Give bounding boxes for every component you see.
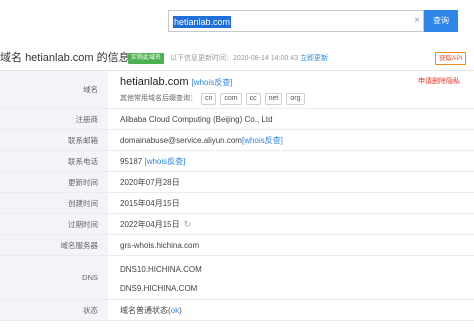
- get-api-button[interactable]: 获取API: [435, 52, 467, 65]
- phone-value: 95187 [whois反查]: [120, 151, 185, 171]
- row-label: 域名: [0, 71, 108, 108]
- dns-list: DNS10.HICHINA.COM DNS9.HICHINA.COM: [120, 260, 202, 298]
- status-value: 域名普通状态(ok): [120, 300, 182, 320]
- row-label: 联系电话: [0, 151, 108, 171]
- suffix-query: 其他常用域名后缀查询： cn com cc net org: [120, 93, 305, 105]
- phone-text: 95187: [120, 156, 143, 166]
- row-label: DNS: [0, 256, 108, 299]
- page-title: 域名 hetianlab.com 的信息: [0, 51, 130, 65]
- table-row-registrar: 注册商 Alibaba Cloud Computing (Beijing) Co…: [0, 109, 474, 130]
- update-info: 以下信息更新时间：2020-08-14 14:00:43 立即更新: [170, 54, 328, 64]
- table-row-created: 创建时间 2015年04月15日: [0, 193, 474, 214]
- update-time-text: 以下信息更新时间：2020-08-14 14:00:43: [170, 55, 298, 62]
- status-prefix: 域名普通状态(: [120, 305, 171, 315]
- table-row-phone: 联系电话 95187 [whois反查]: [0, 151, 474, 172]
- created-value: 2015年04月15日: [120, 198, 180, 208]
- title-prefix: 域名: [0, 52, 22, 64]
- row-label: 更新时间: [0, 172, 108, 192]
- domain-name: hetianlab.com: [120, 76, 189, 88]
- table-row-domain: 域名 hetianlab.com [whois反查] 其他常用域名后缀查询： c…: [0, 71, 474, 109]
- table-row-expires: 过期时间 2022年04月15日 ↻: [0, 214, 474, 235]
- status-suffix: ): [179, 305, 182, 315]
- whois-reverse-link[interactable]: [whois反查]: [192, 78, 233, 87]
- expires-text: 2022年04月15日: [120, 219, 180, 229]
- expires-value: 2022年04月15日 ↻: [120, 214, 191, 234]
- updated-value: 2020年07月28日: [120, 177, 180, 187]
- suffix-tag-net[interactable]: net: [264, 93, 283, 105]
- dns-server: DNS9.HICHINA.COM: [120, 284, 198, 293]
- whois-reverse-link[interactable]: [whois反查]: [144, 156, 185, 167]
- title-domain: hetianlab.com: [25, 52, 94, 64]
- refresh-now-link[interactable]: 立即更新: [300, 55, 328, 62]
- whois-table: 域名 hetianlab.com [whois反查] 其他常用域名后缀查询： c…: [0, 70, 474, 321]
- suffix-tag-cn[interactable]: cn: [201, 93, 217, 105]
- row-label: 域名服务器: [0, 235, 108, 255]
- whois-reverse-link[interactable]: [whois反查]: [242, 135, 283, 146]
- suffix-tag-cc[interactable]: cc: [245, 93, 261, 105]
- suffix-tag-com[interactable]: com: [220, 93, 242, 105]
- search-button[interactable]: 查询: [424, 10, 458, 32]
- result-header: 域名 hetianlab.com 的信息 实购此域名 以下信息更新时间：2020…: [0, 50, 474, 68]
- row-label: 创建时间: [0, 193, 108, 213]
- domain-value: hetianlab.com [whois反查]: [120, 75, 232, 90]
- email-text: domainabuse@service.aliyun.com: [120, 135, 242, 145]
- title-suffix: 的信息: [96, 52, 130, 64]
- row-label: 注册商: [0, 109, 108, 129]
- search-input-value: hetianlab.com: [173, 16, 232, 28]
- table-row-email: 联系邮箱 domainabuse@service.aliyun.com [who…: [0, 130, 474, 151]
- status-ok-link[interactable]: ok: [171, 306, 179, 315]
- close-icon[interactable]: ×: [412, 16, 422, 26]
- row-label: 联系邮箱: [0, 130, 108, 150]
- suffix-prompt: 其他常用域名后缀查询：: [120, 95, 197, 102]
- table-row-whois-server: 域名服务器 grs-whois.hichina.com: [0, 235, 474, 256]
- row-label: 状态: [0, 300, 108, 320]
- row-label: 过期时间: [0, 214, 108, 234]
- remove-privacy-link[interactable]: 申请删除隐私: [418, 76, 460, 86]
- dns-server: DNS10.HICHINA.COM: [120, 265, 202, 274]
- loading-spinner-icon: ↻: [183, 218, 192, 229]
- registrar-value: Alibaba Cloud Computing (Beijing) Co., L…: [120, 114, 273, 124]
- suffix-tag-org[interactable]: org: [286, 93, 305, 105]
- buy-domain-badge[interactable]: 实购此域名: [128, 53, 165, 64]
- whois-server-value: grs-whois.hichina.com: [120, 240, 200, 250]
- email-value: domainabuse@service.aliyun.com [whois反查]: [120, 130, 283, 150]
- search-bar: hetianlab.com × 查询: [168, 10, 458, 32]
- table-row-dns: DNS DNS10.HICHINA.COM DNS9.HICHINA.COM: [0, 256, 474, 300]
- search-input[interactable]: hetianlab.com ×: [168, 10, 424, 32]
- table-row-updated: 更新时间 2020年07月28日: [0, 172, 474, 193]
- table-row-status: 状态 域名普通状态(ok): [0, 300, 474, 321]
